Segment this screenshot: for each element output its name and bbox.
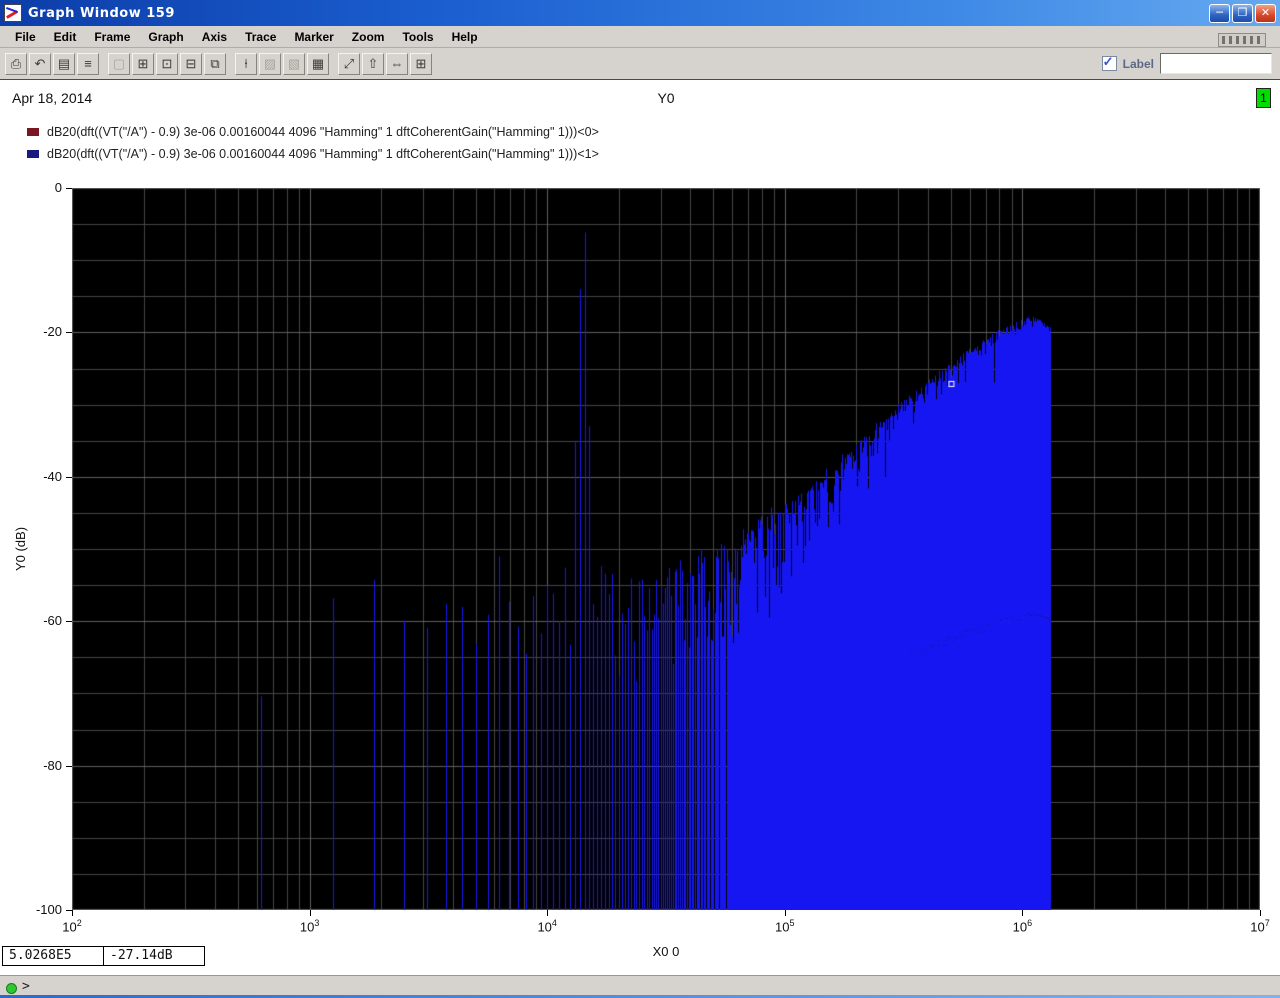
toolbar-separator: [227, 53, 234, 75]
y-axis-label: -80: [43, 757, 62, 773]
table-icon[interactable]: ▦: [307, 52, 329, 75]
x-axis-tick: [72, 910, 73, 916]
marker-x-readout: 5.0268E5: [2, 946, 104, 966]
pattern-b-icon[interactable]: ▧: [283, 52, 305, 75]
legend-row[interactable]: dB20(dft((VT("/A") - 0.9) 3e-06 0.001600…: [27, 146, 599, 162]
toolbar-icons: ⎙ ↶ ▤ ≡ ▢ ⊞ ⊡ ⊟ ⧉ ⍿ ▨ ▧ ▦ ⤢ ⇧ ⇔ ⊞: [4, 52, 433, 75]
label-input[interactable]: [1160, 53, 1272, 74]
x-axis-label: 105: [775, 918, 795, 935]
close-button[interactable]: ✕: [1255, 3, 1276, 23]
menu-axis[interactable]: Axis: [193, 28, 236, 46]
x-axis-label: 107: [1250, 918, 1270, 935]
graph-title: Y0: [657, 90, 675, 106]
zoom-box-icon[interactable]: ⊞: [410, 52, 432, 75]
y-axis-tick: [66, 476, 72, 478]
menu-tools[interactable]: Tools: [393, 28, 442, 46]
y-axis-tick: [66, 765, 72, 767]
menu-frame[interactable]: Frame: [85, 28, 139, 46]
delete-subwindow-icon[interactable]: ⊟: [180, 52, 202, 75]
window-buttons: ─ ❐ ✕: [1209, 3, 1276, 23]
menu-graph[interactable]: Graph: [139, 28, 192, 46]
y-axis-label: 0: [54, 180, 62, 195]
add-graph-icon[interactable]: ⊡: [156, 52, 178, 75]
y-axis-label: -100: [35, 902, 62, 917]
toolbar-separator: [330, 53, 337, 75]
y-axis-title: Y0 (dB): [13, 526, 28, 572]
print-icon[interactable]: ⎙: [5, 52, 27, 75]
x-axis-label: 104: [537, 918, 557, 935]
y-axis-label: -60: [43, 613, 62, 629]
snapshot-icon[interactable]: ▢: [108, 52, 130, 75]
y-axis-tick: [66, 188, 72, 189]
maximize-button[interactable]: ❐: [1232, 3, 1253, 23]
menu-help[interactable]: Help: [443, 28, 487, 46]
status-indicator-icon: [6, 983, 17, 994]
strip-chart-mode-icon[interactable]: ▤: [53, 52, 75, 75]
pan-up-icon[interactable]: ⇧: [362, 52, 384, 75]
plot-canvas[interactable]: [72, 188, 1260, 910]
app-icon: [4, 4, 22, 22]
command-prompt[interactable]: >: [22, 979, 30, 994]
marker-icon[interactable]: ⍿: [235, 52, 257, 75]
page: Apr 18, 2014 Y0 1 dB20(dft((VT("/A") - 0…: [0, 80, 1280, 975]
window-title: Graph Window 159: [28, 5, 175, 21]
y-axis-label: -40: [43, 468, 62, 484]
x-axis-tick: [1260, 910, 1261, 916]
toolbar-right: ✓ Label: [1101, 53, 1272, 74]
y-axis-label: -20: [43, 324, 62, 340]
menu-marker[interactable]: Marker: [285, 28, 342, 46]
marker-y-readout: -27.14dB: [103, 946, 205, 966]
menu-file[interactable]: File: [6, 28, 45, 46]
toolbar-separator: [100, 53, 107, 75]
menu-trace[interactable]: Trace: [236, 28, 285, 46]
new-subwindow-icon[interactable]: ⊞: [132, 52, 154, 75]
menubar: File Edit Frame Graph Axis Trace Marker Zoom Too…: [0, 26, 1280, 48]
copy-window-icon[interactable]: ⧉: [204, 52, 226, 75]
titlebar[interactable]: Graph Window 159 ─ ❐ ✕: [0, 0, 1280, 26]
legend-row[interactable]: dB20(dft((VT("/A") - 0.9) 3e-06 0.001600…: [27, 124, 599, 140]
menu-edit[interactable]: Edit: [45, 28, 86, 46]
x-axis-tick: [785, 910, 786, 916]
legend-expression: dB20(dft((VT("/A") - 0.9) 3e-06 0.001600…: [47, 147, 599, 161]
subwindow-badge[interactable]: 1: [1256, 88, 1271, 108]
menu-zoom[interactable]: Zoom: [343, 28, 394, 46]
toolbar-overflow-chip: [1218, 33, 1266, 47]
statusbar: >: [0, 975, 1280, 998]
x-axis-label: 102: [62, 918, 82, 935]
x-axis-label: 106: [1012, 918, 1033, 935]
composite-mode-icon[interactable]: ≡: [77, 52, 99, 75]
x-axis-title: X0 0: [652, 944, 680, 959]
y-axis-tick: [66, 332, 72, 334]
x-axis-tick: [310, 910, 311, 916]
x-axis-tick: [547, 910, 548, 916]
toolbar: ⎙ ↶ ▤ ≡ ▢ ⊞ ⊡ ⊟ ⧉ ⍿ ▨ ▧ ▦ ⤢ ⇧ ⇔ ⊞ ✓ Label: [0, 48, 1280, 80]
pan-horizontal-icon[interactable]: ⇔: [386, 52, 408, 75]
x-axis-label: 103: [299, 918, 320, 935]
zoom-fit-icon[interactable]: ⤢: [338, 52, 360, 75]
x-axis-tick: [1022, 910, 1023, 916]
legend-swatch: [27, 128, 39, 136]
label-checkbox[interactable]: ✓: [1101, 54, 1117, 71]
marker-readouts: 5.0268E5 -27.14dB: [2, 946, 205, 966]
legend-expression: dB20(dft((VT("/A") - 0.9) 3e-06 0.001600…: [47, 125, 599, 139]
checkmark-icon: ✓: [1102, 54, 1114, 69]
legend-swatch: [27, 150, 39, 158]
label-checkbox-text: Label: [1122, 56, 1154, 71]
pattern-a-icon[interactable]: ▨: [259, 52, 281, 75]
undo-icon[interactable]: ↶: [29, 52, 51, 75]
minimize-button[interactable]: ─: [1209, 3, 1230, 23]
y-axis-tick: [66, 621, 72, 623]
